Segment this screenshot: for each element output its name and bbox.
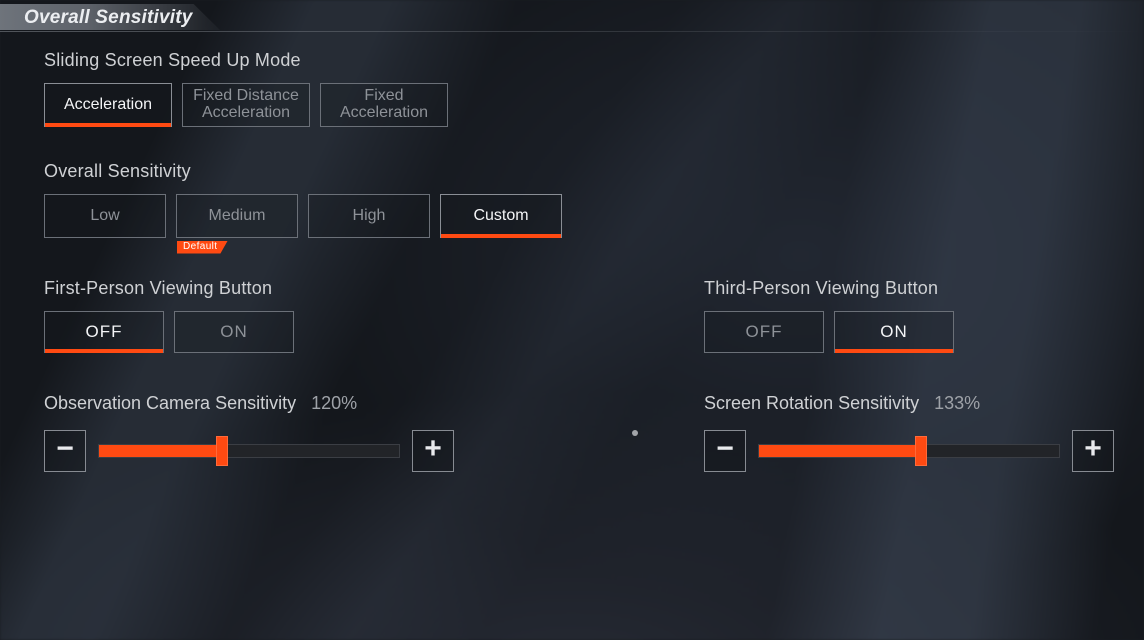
section-header-title: Overall Sensitivity <box>10 7 193 29</box>
first-person-on-button[interactable]: ON <box>174 311 294 353</box>
decorative-dot <box>632 430 638 436</box>
screen-rotation-value: 133% <box>934 393 980 413</box>
first-person-off-button[interactable]: OFF <box>44 311 164 353</box>
third-person-on-button[interactable]: ON <box>834 311 954 353</box>
slider-thumb[interactable] <box>216 436 228 466</box>
sliding-mode-label: Sliding Screen Speed Up Mode <box>44 50 1114 71</box>
overall-sensitivity-option-3[interactable]: Custom <box>440 194 562 238</box>
sliding-mode-option-1[interactable]: Fixed DistanceAcceleration <box>182 83 310 127</box>
third-person-toggle: OFF ON <box>704 311 1114 353</box>
default-tag: Default <box>177 241 228 254</box>
screen-rotation-slider[interactable] <box>758 444 1060 458</box>
overall-sensitivity-options: LowMediumDefaultHighCustom <box>44 194 1114 238</box>
third-person-view-label: Third-Person Viewing Button <box>704 278 1114 299</box>
overall-sensitivity-option-1[interactable]: MediumDefault <box>176 194 298 238</box>
third-person-off-button[interactable]: OFF <box>704 311 824 353</box>
observation-camera-value: 120% <box>311 393 357 413</box>
sliding-mode-options: AccelerationFixed DistanceAccelerationFi… <box>44 83 1114 127</box>
sliding-mode-option-0[interactable]: Acceleration <box>44 83 172 127</box>
observation-camera-label: Observation Camera Sensitivity 120% <box>44 393 704 414</box>
screen-rotation-label: Screen Rotation Sensitivity 133% <box>704 393 1114 414</box>
first-person-view-label: First-Person Viewing Button <box>44 278 704 299</box>
first-person-toggle: OFF ON <box>44 311 704 353</box>
overall-sensitivity-option-2[interactable]: High <box>308 194 430 238</box>
observation-camera-slider[interactable] <box>98 444 400 458</box>
overall-sensitivity-option-0[interactable]: Low <box>44 194 166 238</box>
overall-sensitivity-label: Overall Sensitivity <box>44 161 1114 182</box>
observation-camera-decrement[interactable]: − <box>44 430 86 472</box>
screen-rotation-increment[interactable]: + <box>1072 430 1114 472</box>
sliding-mode-option-2[interactable]: FixedAcceleration <box>320 83 448 127</box>
section-header: Overall Sensitivity <box>10 4 193 32</box>
observation-camera-increment[interactable]: + <box>412 430 454 472</box>
slider-thumb[interactable] <box>915 436 927 466</box>
screen-rotation-decrement[interactable]: − <box>704 430 746 472</box>
